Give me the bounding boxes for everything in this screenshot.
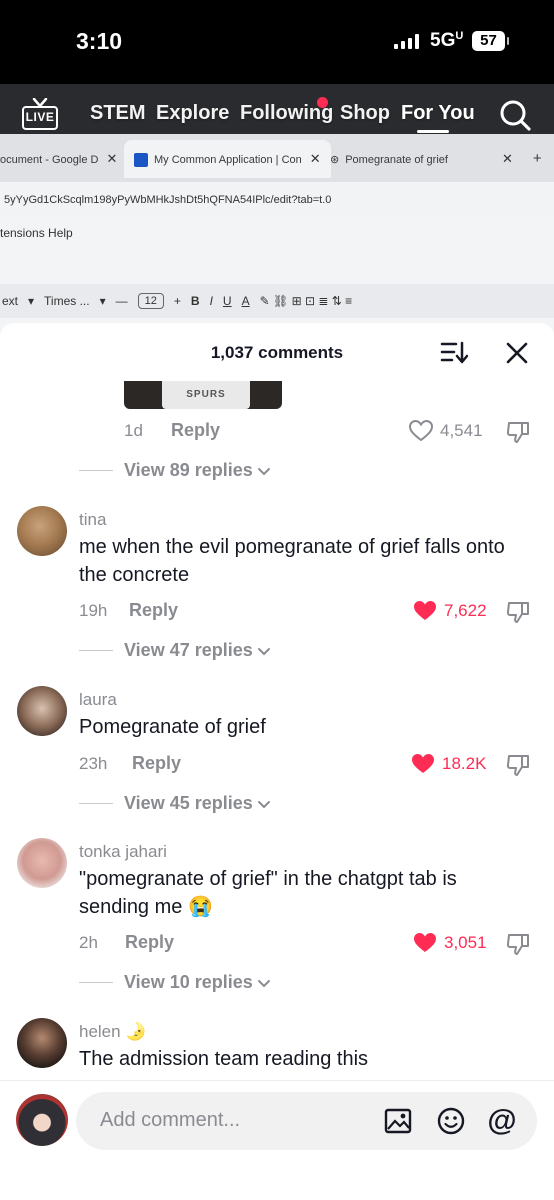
chevron-down-icon <box>257 467 270 475</box>
comment-text: me when the evil pomegranate of grief fa… <box>79 536 505 586</box>
avatar[interactable] <box>17 686 67 736</box>
network-label: 5GU <box>430 30 464 51</box>
heart-outline-icon <box>408 419 434 442</box>
comments-header: 1,037 comments <box>0 323 554 381</box>
comment-time: 19h <box>79 601 108 620</box>
heart-filled-icon <box>414 601 436 620</box>
reply-button[interactable]: Reply <box>171 420 220 441</box>
battery-icon: 57 <box>472 31 509 51</box>
browser-tab: ⊛ Pomegranate of grief ✕ + <box>330 150 542 167</box>
reply-button[interactable]: Reply <box>125 932 174 953</box>
view-replies-button[interactable]: View 45 replies <box>79 793 271 814</box>
following-notification-dot <box>317 97 328 108</box>
like-count: 18.2K <box>442 754 487 773</box>
like-button[interactable]: 18.2K <box>410 752 486 776</box>
nav-tab-shop[interactable]: Shop <box>340 102 390 125</box>
dislike-icon[interactable] <box>505 752 531 778</box>
comment-text: Pomegranate of grief <box>79 716 266 738</box>
comment-time: 23h <box>79 754 108 773</box>
like-button[interactable]: 7,622 <box>412 599 487 623</box>
chevron-down-icon <box>257 979 270 987</box>
browser-tab: My Common Application | Con ✕ <box>124 140 331 178</box>
avatar[interactable] <box>17 1018 67 1068</box>
avatar[interactable] <box>17 506 67 556</box>
avatar[interactable] <box>17 838 67 888</box>
comment-text: The admission team reading this <box>79 1048 369 1070</box>
nav-tab-explore[interactable]: Explore <box>156 102 229 125</box>
comment-time: 1d <box>124 421 143 440</box>
chevron-down-icon <box>257 800 270 808</box>
status-time: 3:10 <box>76 28 123 54</box>
sort-icon[interactable] <box>440 340 468 366</box>
doc-toolbar: ext ▾ Times ... ▾ —12 + B I U A ✎ ⛓ ⊞ ⊡ ≣ ⇅… <box>0 284 554 318</box>
comments-list[interactable]: SPURS 1d Reply 4,541 View 89 replies tin… <box>0 381 554 1081</box>
reply-button[interactable]: Reply <box>129 600 178 621</box>
status-bar: 3:10 5GU 57 <box>0 0 554 84</box>
comment-username[interactable]: tonka jahari <box>79 842 167 862</box>
my-avatar[interactable] <box>16 1094 68 1146</box>
dislike-icon[interactable] <box>505 931 531 957</box>
view-replies-button[interactable]: View 89 replies <box>79 460 271 481</box>
comment-composer: Add comment... @ <box>0 1080 554 1200</box>
live-button[interactable]: LIVE <box>22 98 58 130</box>
search-icon[interactable] <box>498 98 532 132</box>
comments-sheet: 1,037 comments SPURS 1d Reply 4,541 View… <box>0 323 554 1200</box>
like-count: 4,541 <box>440 421 483 440</box>
nav-tab-for-you[interactable]: For You <box>401 102 475 125</box>
nav-tab-stem[interactable]: STEM <box>90 102 146 125</box>
comment-input[interactable]: Add comment... @ <box>76 1092 537 1150</box>
emoji-icon[interactable] <box>436 1106 466 1136</box>
like-button[interactable]: 4,541 <box>408 419 483 443</box>
browser-tabstrip: ocument - Google D ✕ My Common Applicatio… <box>0 134 554 182</box>
dislike-icon[interactable] <box>505 599 531 625</box>
comment-username[interactable]: tina <box>79 510 106 530</box>
close-icon[interactable] <box>504 340 530 366</box>
comment-count: 1,037 comments <box>210 343 344 362</box>
view-replies-button[interactable]: View 47 replies <box>79 640 271 661</box>
like-count: 7,622 <box>444 601 487 620</box>
top-nav: LIVE STEM Explore Following Shop For You <box>0 94 554 134</box>
browser-tab: ocument - Google D ✕ <box>0 151 118 166</box>
comment-time: 2h <box>79 933 98 952</box>
dislike-icon[interactable] <box>505 419 531 445</box>
like-button[interactable]: 3,051 <box>412 931 487 955</box>
like-count: 3,051 <box>444 933 487 952</box>
comment-username[interactable]: helen 🌛 <box>79 1022 147 1042</box>
reply-button[interactable]: Reply <box>132 753 181 774</box>
image-icon[interactable] <box>383 1106 413 1136</box>
photo-shirt-text: SPURS <box>162 381 250 409</box>
comment-username[interactable]: laura <box>79 690 117 710</box>
heart-filled-icon <box>412 754 434 773</box>
comment-text: "pomegranate of grief" in the chatgpt ta… <box>79 868 457 918</box>
comment-placeholder: Add comment... <box>100 1109 241 1131</box>
browser-url: 5yYyGd1CkScqlm198yPyWbMHkJshDt5hQFNA54IP… <box>0 182 554 218</box>
active-tab-indicator <box>417 130 449 133</box>
comment-photo[interactable]: SPURS <box>124 381 282 409</box>
mention-button[interactable]: @ <box>487 1106 517 1136</box>
signal-icon <box>394 34 419 49</box>
doc-menu: tensions Help <box>0 226 73 240</box>
chevron-down-icon <box>257 647 270 655</box>
view-replies-button[interactable]: View 10 replies <box>79 972 271 993</box>
live-icon: LIVE <box>22 106 58 130</box>
heart-filled-icon <box>414 933 436 952</box>
